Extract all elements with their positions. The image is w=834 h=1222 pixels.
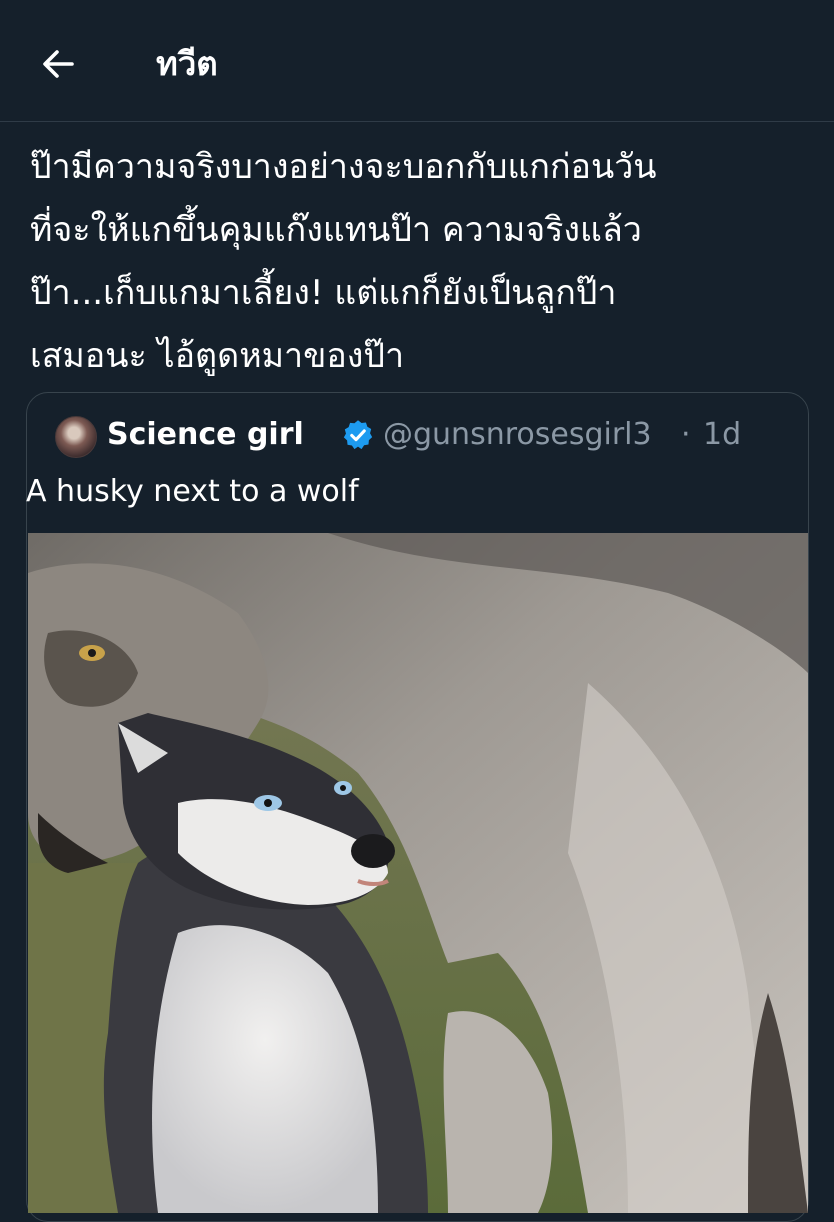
author-name[interactable]: Science girl: [107, 413, 304, 457]
arrow-left-icon: [43, 50, 74, 78]
tweet-photo[interactable]: [28, 533, 808, 1213]
verified-badge-icon: [343, 420, 373, 450]
quoted-tweet-text: A husky next to a wolf: [26, 474, 359, 509]
top-bar: ทวีต: [0, 0, 834, 122]
back-button[interactable]: [30, 36, 86, 92]
timestamp[interactable]: 1d: [703, 413, 741, 457]
author-handle[interactable]: @gunsnrosesgirl3: [383, 413, 652, 457]
separator-dot: ·: [681, 417, 691, 452]
avatar[interactable]: [55, 416, 97, 458]
page-title: ทวีต: [156, 44, 218, 83]
tweet-text: ป๊ามีความจริงบางอย่างจะบอกกับแกก่อนวัน ท…: [30, 147, 657, 376]
